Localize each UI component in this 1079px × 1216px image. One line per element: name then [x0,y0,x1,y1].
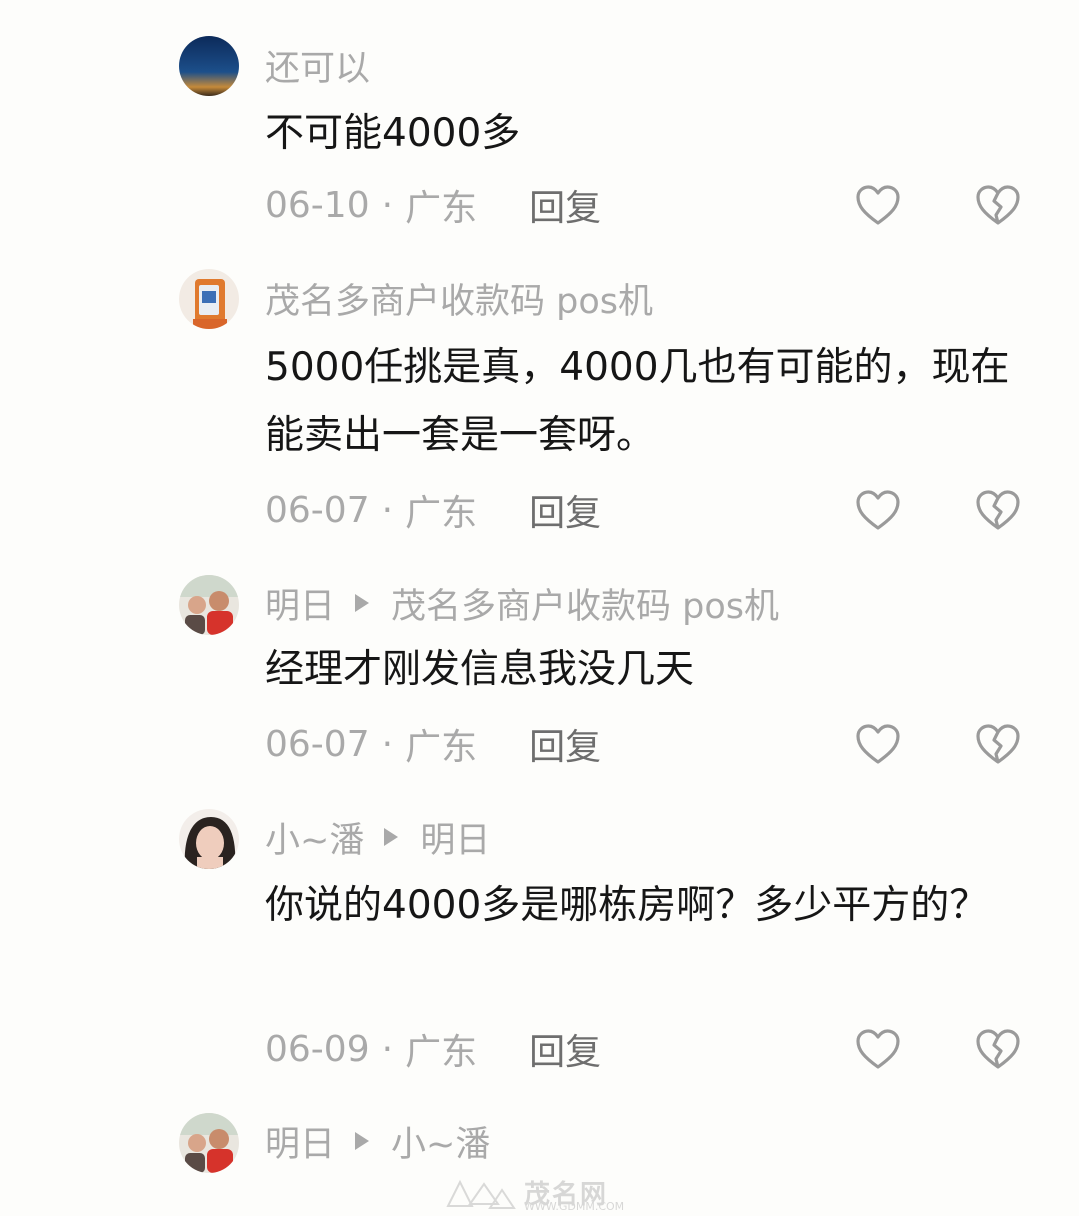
comment-meta: 06-07 · 广东 回复 [265,719,601,769]
author-name[interactable]: 还可以 [265,40,370,91]
like-button[interactable] [853,180,903,230]
comment-location: 广东 [405,493,478,534]
comment-text: 5000任挑是真，4000几也有可能的，现在能卖出一套是一套呀。 [265,345,1010,458]
reply-button[interactable]: 回复 [529,179,601,231]
reply-to-name[interactable]: 小~潘 [391,1116,490,1167]
author-row: 明日 茂名多商户收款码 pos机 [265,581,779,627]
author-row: 小~潘 明日 [265,815,490,861]
author-row: 茂名多商户收款码 pos机 [265,276,653,322]
avatar[interactable] [179,1113,239,1173]
heart-outline-icon [856,490,900,530]
heart-outline-icon [856,185,900,225]
meta-separator: · [381,184,394,226]
broken-heart-icon [976,490,1020,530]
avatar[interactable] [179,36,239,96]
broken-heart-icon [976,1029,1020,1069]
avatar[interactable] [179,809,239,869]
like-button[interactable] [853,1024,903,1074]
comment-meta: 06-10 · 广东 回复 [265,180,601,230]
reply-to-name[interactable]: 明日 [420,812,490,863]
reply-button[interactable]: 回复 [529,1023,601,1075]
comment-location: 广东 [405,188,478,229]
author-row: 明日 小~潘 [265,1119,490,1165]
watermark-url: WWW.GDMM.COM [524,1200,625,1213]
like-button[interactable] [853,719,903,769]
meta-separator: · [381,723,394,765]
avatar[interactable] [179,269,239,329]
watermark: 茂名网 WWW.GDMM.COM [440,1174,700,1214]
author-name[interactable]: 茂名多商户收款码 pos机 [265,273,653,324]
like-button[interactable] [853,485,903,535]
comment-meta: 06-07 · 广东 回复 [265,485,601,535]
author-name[interactable]: 小~潘 [265,812,364,863]
dislike-button[interactable] [973,719,1023,769]
comment-date: 06-10 [265,184,370,226]
triangle-right-icon [355,1132,370,1150]
dislike-button[interactable] [973,485,1023,535]
author-name[interactable]: 明日 [265,578,335,629]
avatar[interactable] [179,575,239,635]
reply-button[interactable]: 回复 [529,484,601,536]
heart-outline-icon [856,1029,900,1069]
comment-text: 不可能4000多 [265,111,521,156]
meta-separator: · [381,1028,394,1070]
meta-separator: · [381,489,394,531]
broken-heart-icon [976,185,1020,225]
heart-outline-icon [856,724,900,764]
reply-to-name[interactable]: 茂名多商户收款码 pos机 [391,578,779,629]
dislike-button[interactable] [973,1024,1023,1074]
broken-heart-icon [976,724,1020,764]
comment-date: 06-07 [265,723,370,765]
comment-meta: 06-09 · 广东 回复 [265,1024,601,1074]
comment-location: 广东 [405,1032,478,1073]
author-row: 还可以 [265,43,370,89]
reply-button[interactable]: 回复 [529,718,601,770]
comment-date: 06-09 [265,1028,370,1070]
comment-location: 广东 [405,727,478,768]
triangle-right-icon [384,828,399,846]
watermark-logo-icon [446,1179,516,1209]
comment-date: 06-07 [265,489,370,531]
comment-text: 经理才刚发信息我没几天 [265,647,695,692]
triangle-right-icon [355,594,370,612]
dislike-button[interactable] [973,180,1023,230]
comment-text: 你说的4000多是哪栋房啊？多少平方的？ [265,883,989,928]
author-name[interactable]: 明日 [265,1116,335,1167]
